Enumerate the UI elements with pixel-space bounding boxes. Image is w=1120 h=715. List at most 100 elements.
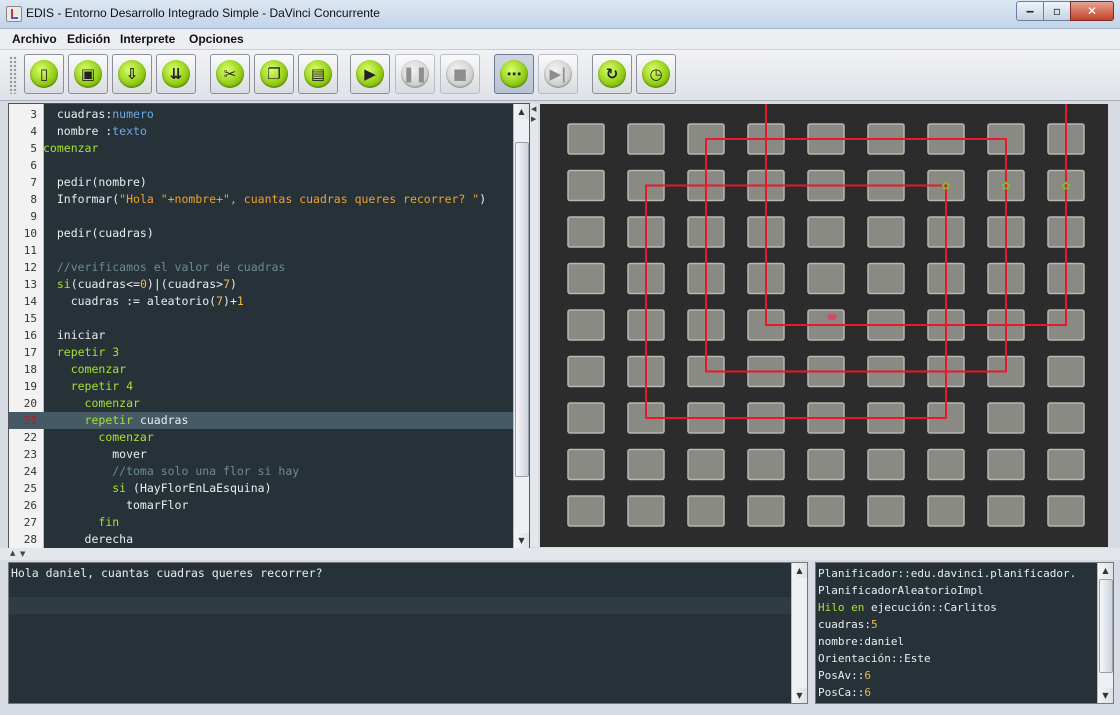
- step-button[interactable]: ▶|: [538, 54, 578, 94]
- reset-icon: ↻: [605, 65, 619, 83]
- city-block: [567, 169, 605, 202]
- scroll-up-icon[interactable]: ▲: [514, 104, 529, 119]
- open-file-button[interactable]: ▣: [68, 54, 108, 94]
- code-line[interactable]: 8 Informar("Hola "+nombre+", cuantas cua…: [9, 191, 514, 208]
- run-button[interactable]: ▶: [350, 54, 390, 94]
- save-as-button[interactable]: ⇊: [156, 54, 196, 94]
- horizontal-splitter[interactable]: ▲ ▼: [0, 548, 1120, 560]
- toolbar-grip[interactable]: [9, 56, 17, 94]
- save-file-icon: ⇩: [125, 65, 139, 83]
- variables-scroll-thumb[interactable]: [1099, 579, 1113, 673]
- code-line[interactable]: 20 comenzar: [9, 395, 514, 412]
- collapse-down-icon[interactable]: ▼: [20, 550, 25, 558]
- city-block: [567, 262, 605, 295]
- save-file-button[interactable]: ⇩: [112, 54, 152, 94]
- concurrent-button[interactable]: ⋯: [494, 54, 534, 94]
- city-block: [807, 216, 845, 248]
- menu-archivo[interactable]: Archivo: [12, 32, 57, 46]
- title-bar: EDIS - Entorno Desarrollo Integrado Simp…: [0, 0, 1120, 29]
- variable-row: Orientación::Este: [818, 652, 931, 665]
- code-line[interactable]: 9: [9, 208, 514, 225]
- editor-scrollbar[interactable]: ▲ ▼: [513, 104, 529, 548]
- code-text: iniciar: [43, 328, 106, 342]
- code-line[interactable]: 3 cuadras:numero: [9, 106, 514, 123]
- speed-clock-button[interactable]: ◷: [636, 54, 676, 94]
- scroll-down-icon[interactable]: ▼: [514, 533, 529, 548]
- code-line[interactable]: 13 si(cuadras<=0)|(cuadras>7): [9, 276, 514, 293]
- menu-interprete[interactable]: Interprete: [120, 32, 175, 46]
- variables-panel: ▲ ▼ Planificador::edu.davinci.planificad…: [815, 562, 1114, 704]
- city-block: [987, 448, 1025, 481]
- scroll-up-icon[interactable]: ▲: [1098, 563, 1113, 578]
- city-block: [1047, 495, 1085, 527]
- code-line[interactable]: 24 //toma solo una flor si hay: [9, 463, 514, 480]
- vertical-splitter[interactable]: ◀ ▶: [530, 103, 538, 547]
- city-block: [567, 309, 605, 341]
- code-text: nombre :texto: [43, 124, 147, 138]
- output-scrollbar[interactable]: ▲ ▼: [791, 563, 807, 703]
- variables-scrollbar[interactable]: ▲ ▼: [1097, 563, 1113, 703]
- collapse-up-icon[interactable]: ▲: [10, 549, 15, 557]
- city-block: [867, 216, 905, 248]
- code-line[interactable]: 7 pedir(nombre): [9, 174, 514, 191]
- code-line[interactable]: 11: [9, 242, 514, 259]
- code-line[interactable]: 14 cuadras := aleatorio(7)+1: [9, 293, 514, 310]
- code-line[interactable]: 26 tomarFlor: [9, 497, 514, 514]
- code-line[interactable]: 19 repetir 4: [9, 378, 514, 395]
- stop-button[interactable]: ■: [440, 54, 480, 94]
- minimize-button[interactable]: ‒: [1016, 1, 1044, 21]
- output-console[interactable]: Hola daniel, cuantas cuadras queres reco…: [8, 562, 808, 704]
- line-number: 8: [30, 193, 37, 206]
- code-line[interactable]: 12 //verificamos el valor de cuadras: [9, 259, 514, 276]
- copy-button[interactable]: ❐: [254, 54, 294, 94]
- menu-opciones[interactable]: Opciones: [189, 32, 244, 46]
- code-line[interactable]: 15: [9, 310, 514, 327]
- output-input-row[interactable]: [9, 597, 791, 614]
- code-line[interactable]: 10 pedir(cuadras): [9, 225, 514, 242]
- save-as-icon: ⇊: [169, 65, 183, 83]
- code-line[interactable]: 16 iniciar: [9, 327, 514, 344]
- line-number: 28: [23, 533, 37, 546]
- code-line[interactable]: 22 comenzar: [9, 429, 514, 446]
- code-line[interactable]: 27 fin: [9, 514, 514, 531]
- code-line[interactable]: 5 comenzar: [9, 140, 514, 157]
- reset-button[interactable]: ↻: [592, 54, 632, 94]
- code-line[interactable]: 4 nombre :texto: [9, 123, 514, 140]
- code-editor[interactable]: 3 cuadras:numero 4 nombre :texto 5 comenzar…: [8, 103, 530, 549]
- run-icon: ▶: [364, 65, 376, 83]
- scroll-down-icon[interactable]: ▼: [1098, 688, 1113, 703]
- new-file-button[interactable]: ▯: [24, 54, 64, 94]
- code-line[interactable]: 23 mover: [9, 446, 514, 463]
- close-button[interactable]: ✕: [1070, 1, 1114, 21]
- scroll-down-icon[interactable]: ▼: [792, 688, 807, 703]
- new-file-icon: ▯: [39, 65, 49, 83]
- pause-button[interactable]: ❚❚: [395, 54, 435, 94]
- code-text: Informar("Hola "+nombre+", cuantas cuadr…: [43, 192, 487, 206]
- maximize-button[interactable]: ▫: [1043, 1, 1071, 21]
- code-lines: 3 cuadras:numero 4 nombre :texto 5 comenzar…: [9, 106, 514, 548]
- scroll-up-icon[interactable]: ▲: [792, 563, 807, 578]
- variable-row: Planificador::edu.davinci.planificador.: [818, 567, 1077, 580]
- code-line[interactable]: 21 repetir cuadras: [9, 412, 514, 429]
- toolbar: ▯ ▣ ⇩ ⇊ ✂ ❐ ▤ ▶ ❚❚ ■ ⋯ ▶| ↻ ◷: [0, 50, 1120, 101]
- collapse-right-icon[interactable]: ▶: [531, 115, 536, 123]
- step-icon: ▶|: [549, 65, 567, 83]
- menu-edicion[interactable]: Edición: [67, 32, 110, 46]
- collapse-left-icon[interactable]: ◀: [531, 105, 536, 113]
- pause-icon: ❚❚: [402, 65, 428, 83]
- code-text: cuadras:numero: [56, 107, 154, 121]
- code-line[interactable]: 28 derecha: [9, 531, 514, 548]
- cut-button[interactable]: ✂: [210, 54, 250, 94]
- code-text: //verificamos el valor de cuadras: [43, 260, 286, 274]
- city-block: [627, 495, 665, 527]
- code-line[interactable]: 6: [9, 157, 514, 174]
- code-text: pedir(cuadras): [43, 226, 154, 240]
- paste-button[interactable]: ▤: [298, 54, 338, 94]
- concurrent-icon: ⋯: [506, 65, 522, 83]
- code-text: repetir 3: [56, 345, 120, 359]
- editor-scroll-thumb[interactable]: [515, 142, 529, 477]
- code-line[interactable]: 18 comenzar: [9, 361, 514, 378]
- code-line[interactable]: 25 si (HayFlorEnLaEsquina): [9, 480, 514, 497]
- code-line[interactable]: 17 repetir 3: [9, 344, 514, 361]
- line-number: 19: [23, 380, 37, 393]
